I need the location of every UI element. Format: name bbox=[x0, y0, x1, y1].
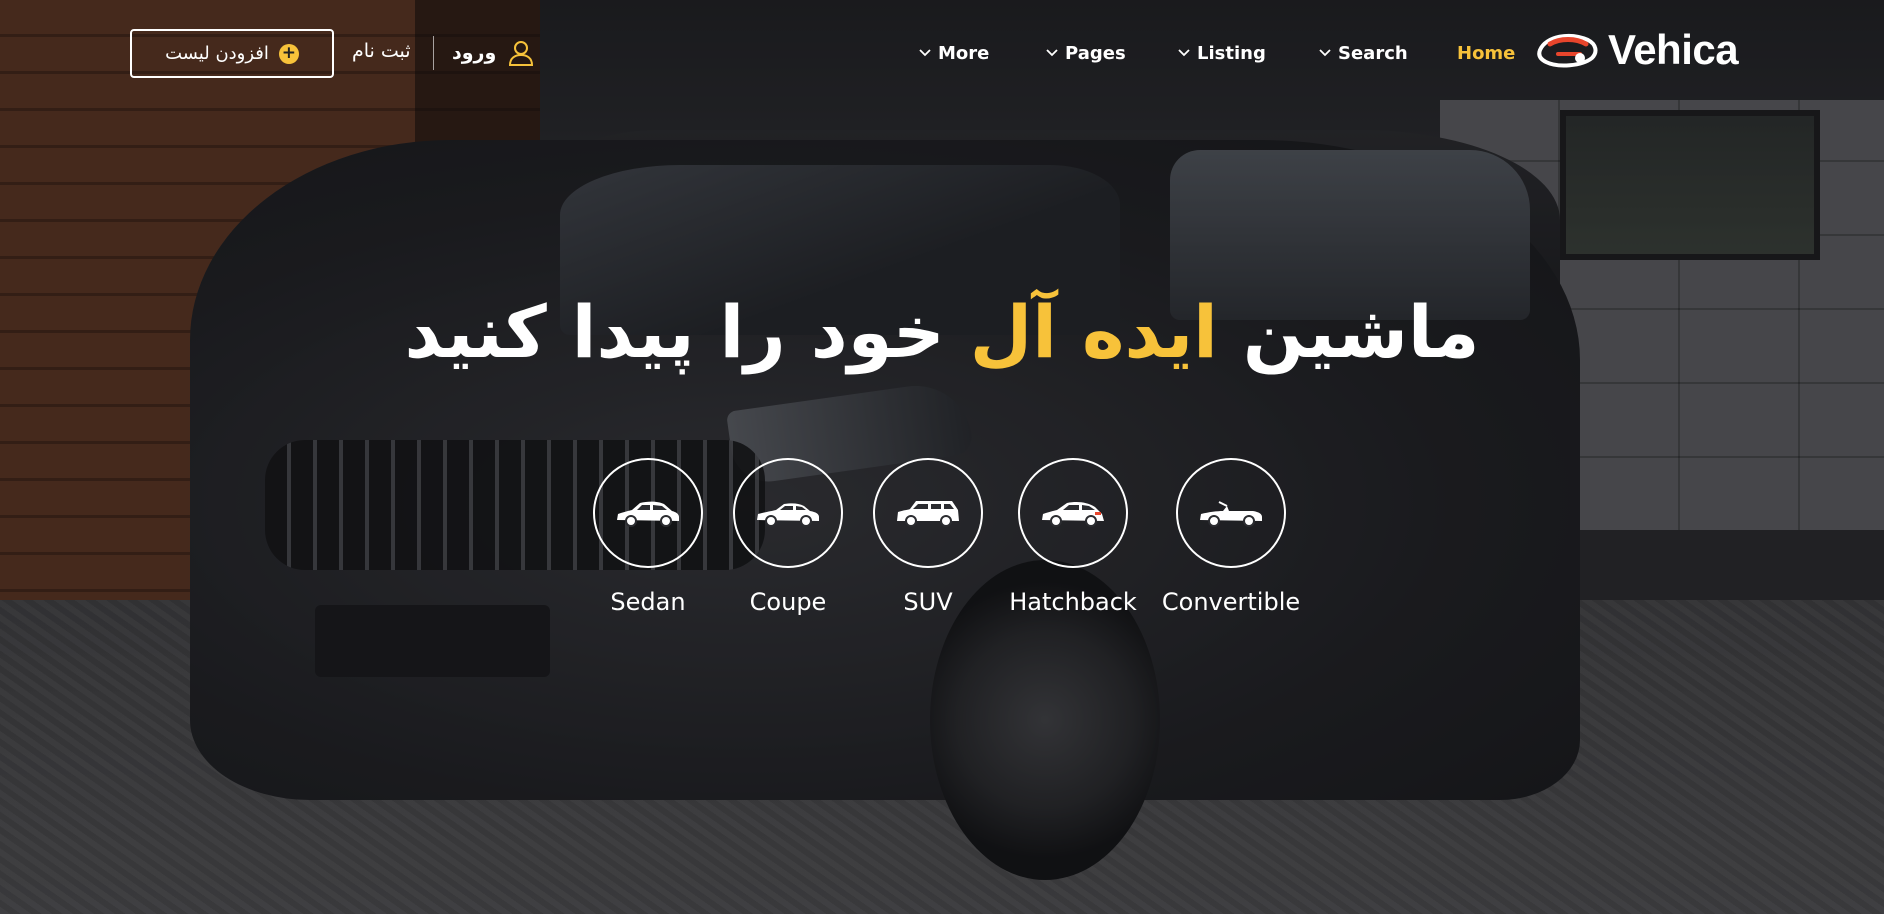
coupe-icon bbox=[757, 503, 819, 527]
chevron-down-icon bbox=[1046, 49, 1058, 57]
category-circle bbox=[873, 458, 983, 568]
category-circle bbox=[1018, 458, 1128, 568]
dark-overlay bbox=[0, 0, 1884, 914]
category-label: Sedan bbox=[610, 588, 686, 616]
car-logo-icon bbox=[1537, 33, 1598, 68]
nav-label: Pages bbox=[1065, 42, 1126, 64]
category-label: SUV bbox=[903, 588, 953, 616]
category-sedan[interactable]: Sedan bbox=[593, 458, 703, 616]
login-label: ورود bbox=[452, 42, 497, 64]
headline-part2: خود را پیدا کنید bbox=[404, 290, 970, 374]
user-icon bbox=[509, 41, 534, 66]
chevron-down-icon bbox=[1319, 49, 1331, 57]
register-link[interactable]: ثبت نام bbox=[352, 40, 411, 62]
headline-accent: ایده آل bbox=[969, 290, 1218, 374]
logo-text: Vehica bbox=[1608, 26, 1739, 73]
site-header: + افزودن لیست ثبت نام ورود More Pages Li… bbox=[0, 0, 1884, 106]
nav-item-search[interactable]: Search bbox=[1318, 40, 1408, 66]
site-logo[interactable]: Vehica bbox=[1536, 26, 1739, 74]
nav-item-more[interactable]: More bbox=[918, 40, 989, 66]
nav-item-pages[interactable]: Pages bbox=[1045, 40, 1126, 66]
category-suv[interactable]: SUV bbox=[873, 458, 983, 616]
nav-label: Home bbox=[1457, 42, 1516, 64]
category-circle bbox=[1176, 458, 1286, 568]
plus-circle-icon: + bbox=[278, 43, 299, 64]
hero-background-image bbox=[0, 0, 1884, 914]
nav-label: Listing bbox=[1197, 42, 1266, 64]
body-type-categories: Sedan Coupe SUV Hatchback Convertible bbox=[0, 458, 1884, 618]
login-link[interactable]: ورود bbox=[452, 36, 536, 70]
chevron-down-icon bbox=[1178, 49, 1190, 57]
header-divider bbox=[433, 36, 434, 70]
category-label: Convertible bbox=[1161, 588, 1301, 616]
hero-headline: ماشین ایده آل خود را پیدا کنید bbox=[0, 290, 1884, 374]
chevron-down-icon bbox=[919, 49, 931, 57]
convertible-icon bbox=[1200, 501, 1262, 527]
hatchback-icon bbox=[1042, 502, 1104, 527]
headline-part1: ماشین bbox=[1217, 290, 1480, 374]
category-circle bbox=[593, 458, 703, 568]
nav-label: More bbox=[938, 42, 990, 64]
nav-label: Search bbox=[1338, 42, 1408, 64]
category-convertible[interactable]: Convertible bbox=[1162, 458, 1300, 616]
category-coupe[interactable]: Coupe bbox=[733, 458, 843, 616]
category-label: Hatchback bbox=[1009, 588, 1137, 616]
nav-item-listing[interactable]: Listing bbox=[1177, 40, 1266, 66]
nav-item-home[interactable]: Home bbox=[1457, 40, 1515, 66]
category-circle bbox=[733, 458, 843, 568]
add-listing-button[interactable]: + افزودن لیست bbox=[130, 29, 334, 78]
sedan-icon bbox=[617, 501, 679, 527]
category-hatchback[interactable]: Hatchback bbox=[1009, 458, 1137, 616]
category-label: Coupe bbox=[749, 588, 827, 616]
suv-icon bbox=[897, 501, 959, 527]
add-listing-label: افزودن لیست bbox=[165, 43, 269, 64]
